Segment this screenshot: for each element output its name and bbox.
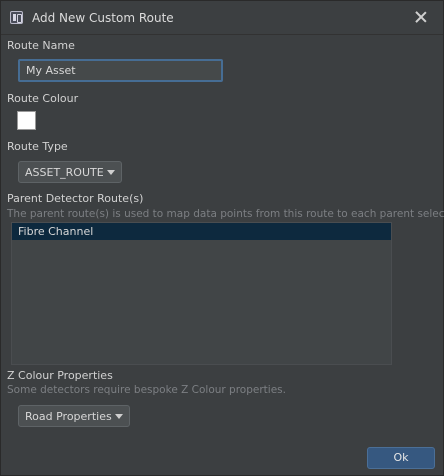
z-colour-hint: Some detectors require bespoke Z Colour …: [7, 384, 286, 396]
add-custom-route-dialog: Add New Custom Route Route Name My Asset…: [0, 0, 444, 476]
dialog-title: Add New Custom Route: [32, 11, 174, 25]
route-type-label: Route Type: [7, 140, 68, 153]
z-colour-dropdown[interactable]: Road Properties: [18, 405, 130, 427]
parent-routes-list[interactable]: Fibre Channel: [11, 222, 392, 365]
route-colour-swatch[interactable]: [17, 111, 36, 130]
route-colour-label: Route Colour: [7, 92, 79, 105]
parent-routes-hint: The parent route(s) is used to map data …: [7, 208, 444, 220]
route-type-dropdown[interactable]: ASSET_ROUTE: [18, 161, 122, 183]
title-bar: Add New Custom Route: [1, 1, 443, 35]
list-item[interactable]: Fibre Channel: [12, 223, 391, 240]
route-type-value: ASSET_ROUTE: [25, 166, 104, 179]
chevron-down-icon: [115, 414, 123, 419]
route-name-label: Route Name: [7, 39, 75, 52]
app-icon: [10, 11, 23, 24]
parent-routes-label: Parent Detector Route(s): [7, 192, 144, 205]
z-colour-value: Road Properties: [25, 410, 112, 423]
close-icon[interactable]: [413, 9, 429, 25]
z-colour-label: Z Colour Properties: [7, 369, 113, 382]
chevron-down-icon: [107, 170, 115, 175]
route-name-input[interactable]: My Asset: [18, 59, 223, 82]
ok-button[interactable]: Ok: [367, 447, 435, 469]
